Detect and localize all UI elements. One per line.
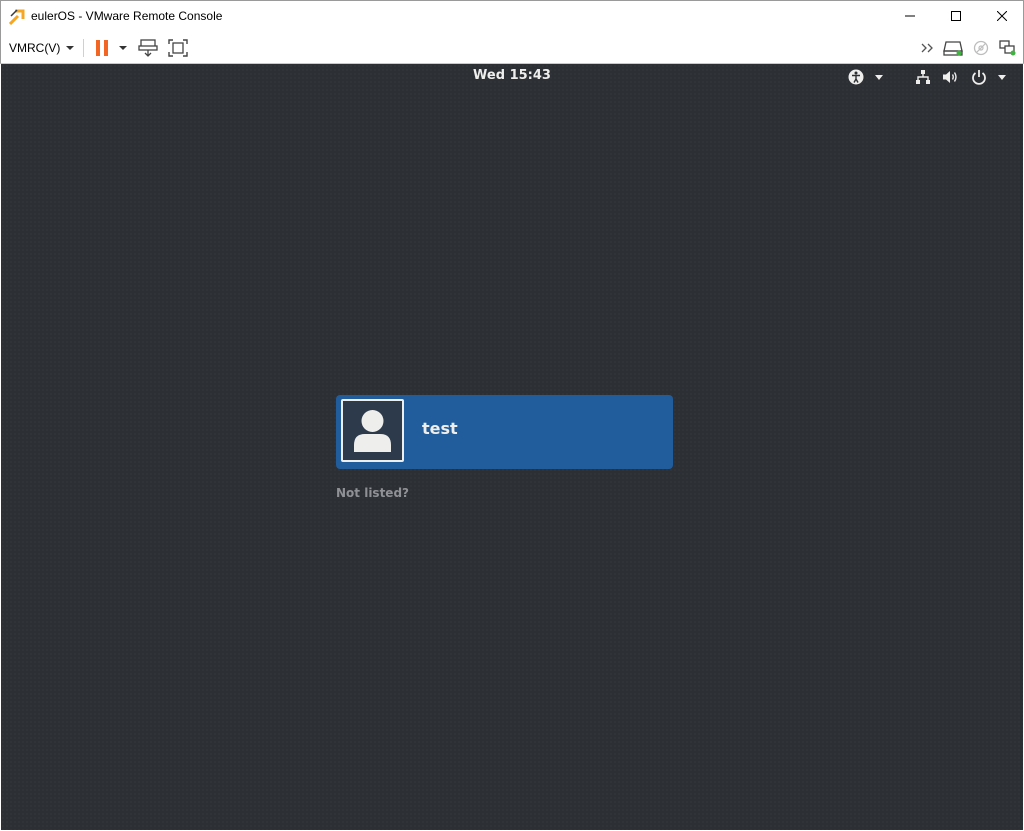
minimize-icon [905,15,915,17]
send-ctrl-alt-del-icon [138,39,158,57]
more-button[interactable] [917,37,939,59]
close-button[interactable] [979,1,1024,31]
power-menu-button[interactable] [971,68,987,86]
cd-drive-button[interactable] [970,37,992,59]
power-options-dropdown[interactable] [119,46,127,50]
avatar [341,399,404,462]
network-adapter-button[interactable] [997,37,1019,59]
vmrc-toolbar: VMRC(V) [0,31,1024,64]
pause-icon [96,40,108,56]
fullscreen-icon [168,39,188,57]
pause-button[interactable] [91,37,113,59]
guest-console-screen[interactable]: Wed 15:43 test Not listed? [1,64,1023,830]
volume-status[interactable] [942,68,960,86]
vmrc-menu-label: VMRC(V) [9,41,61,55]
not-listed-link[interactable]: Not listed? [336,486,409,500]
send-ctrl-alt-del-button[interactable] [137,37,159,59]
chevron-down-icon[interactable] [875,75,883,80]
toolbar-divider [83,39,84,57]
chevron-down-icon[interactable] [998,75,1006,80]
network-status[interactable] [915,68,931,86]
more-icon [921,43,933,53]
vmrc-app-icon [8,8,26,26]
maximize-icon [951,11,961,21]
top-bar-clock[interactable]: Wed 15:43 [1,68,1023,83]
accessibility-menu-button[interactable] [848,68,864,86]
network-adapter-icon [999,40,1016,56]
power-icon [972,70,986,85]
window-titlebar: eulerOS - VMware Remote Console [0,0,1024,31]
user-name: test [422,419,458,438]
cd-icon [973,40,989,56]
maximize-button[interactable] [933,1,979,31]
accessibility-icon [848,69,864,85]
network-icon [916,70,930,84]
chevron-down-icon [66,46,75,50]
window-title: eulerOS - VMware Remote Console [31,9,223,23]
fullscreen-button[interactable] [167,37,189,59]
minimize-button[interactable] [887,1,933,31]
close-icon [997,11,1007,21]
vmrc-menu-button[interactable]: VMRC(V) [9,39,75,57]
removable-devices-icon [943,41,963,56]
removable-devices-button[interactable] [942,37,964,59]
volume-icon [943,71,957,83]
user-list-item[interactable]: test [336,395,673,469]
user-icon [354,410,391,452]
